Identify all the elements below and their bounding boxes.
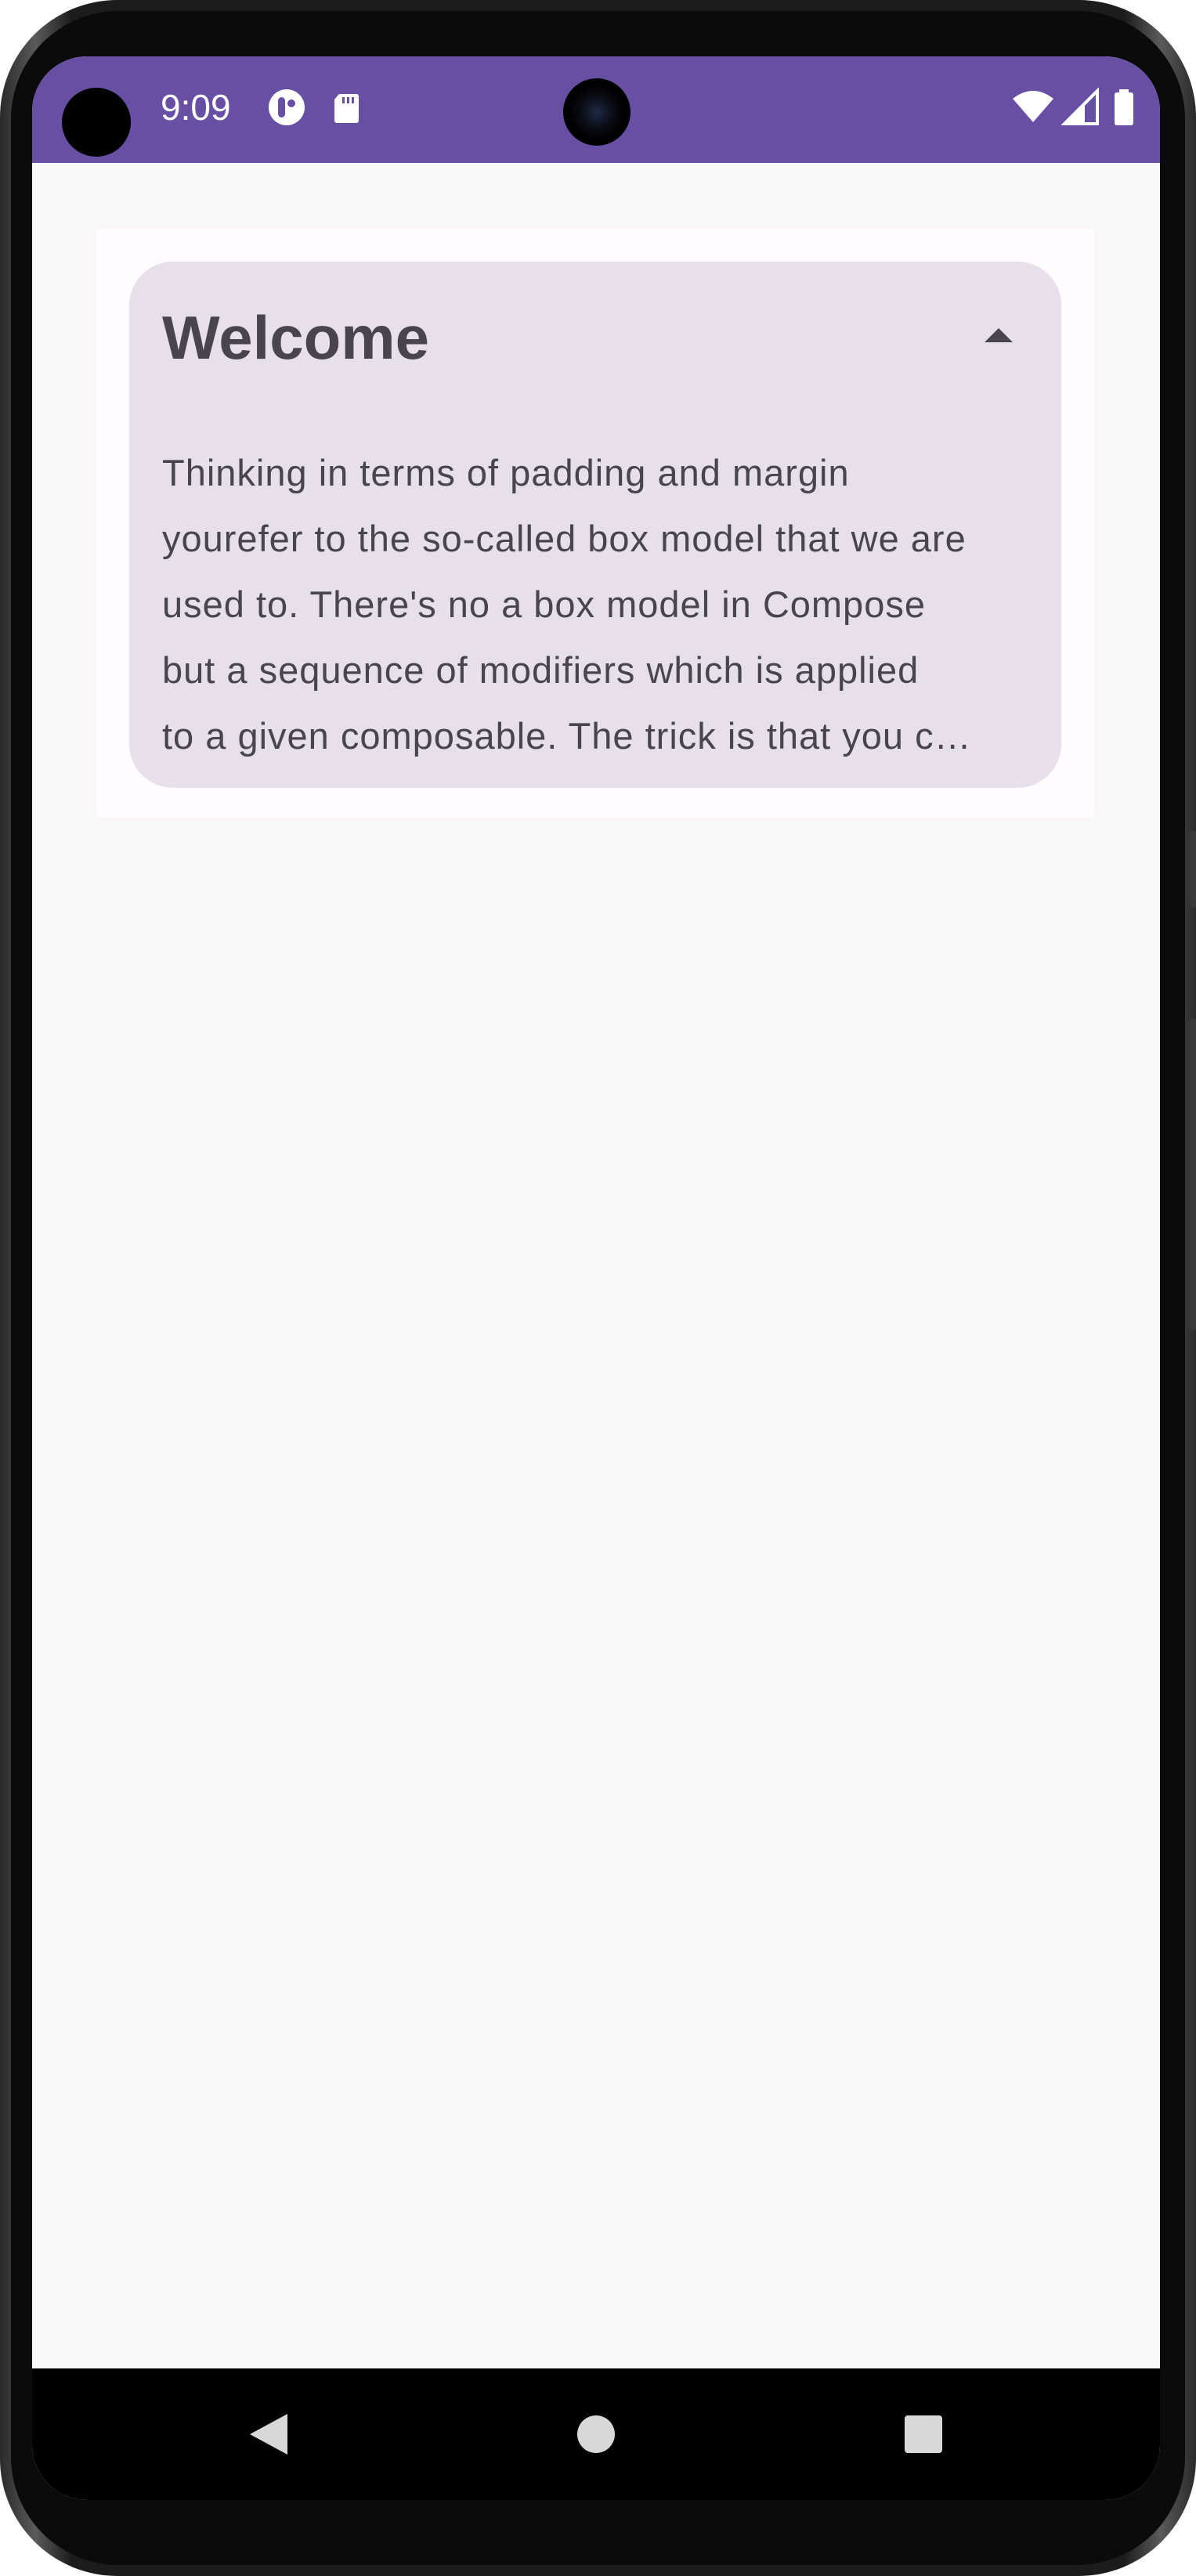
home-button[interactable] [568, 2408, 624, 2464]
screen: 9:09 Welcome Thinking in terms of paddin… [32, 56, 1160, 2500]
status-time: 9:09 [161, 87, 231, 128]
recents-icon [903, 2414, 944, 2459]
card-body: Thinking in terms of padding and margin … [162, 440, 1032, 769]
status-bar: 9:09 [32, 56, 1160, 163]
collapse-arrow-icon [983, 327, 1014, 348]
card-body-line: yourefer to the so-called box model that… [162, 518, 967, 559]
front-sensor [62, 88, 131, 157]
volume-button [1190, 1018, 1196, 1331]
card-body-line: Thinking in terms of padding and margin [162, 452, 850, 493]
recents-button[interactable] [895, 2408, 952, 2464]
card-body-line: to a given composable. The trick is that… [162, 715, 972, 757]
wifi-icon [1011, 88, 1055, 127]
app-content: Welcome Thinking in terms of padding and… [96, 229, 1094, 818]
card-title: Welcome [162, 303, 430, 372]
front-camera [563, 78, 631, 146]
side-button [1190, 830, 1196, 909]
card-body-line: used to. There's no a box model in Compo… [162, 583, 926, 625]
collapse-button[interactable] [967, 305, 1030, 368]
phone-frame: 9:09 Welcome Thinking in terms of paddin… [0, 0, 1196, 2576]
card-body-line: but a sequence of modifiers which is app… [162, 649, 920, 691]
back-button[interactable] [240, 2408, 297, 2464]
sd-card-icon [328, 88, 367, 127]
cellular-signal-icon [1061, 87, 1100, 127]
notification-app-icon [267, 88, 306, 127]
home-icon [576, 2414, 616, 2459]
back-icon [247, 2411, 291, 2462]
navigation-bar [32, 2368, 1160, 2500]
welcome-card[interactable]: Welcome Thinking in terms of padding and… [129, 262, 1061, 788]
battery-icon [1111, 88, 1136, 127]
